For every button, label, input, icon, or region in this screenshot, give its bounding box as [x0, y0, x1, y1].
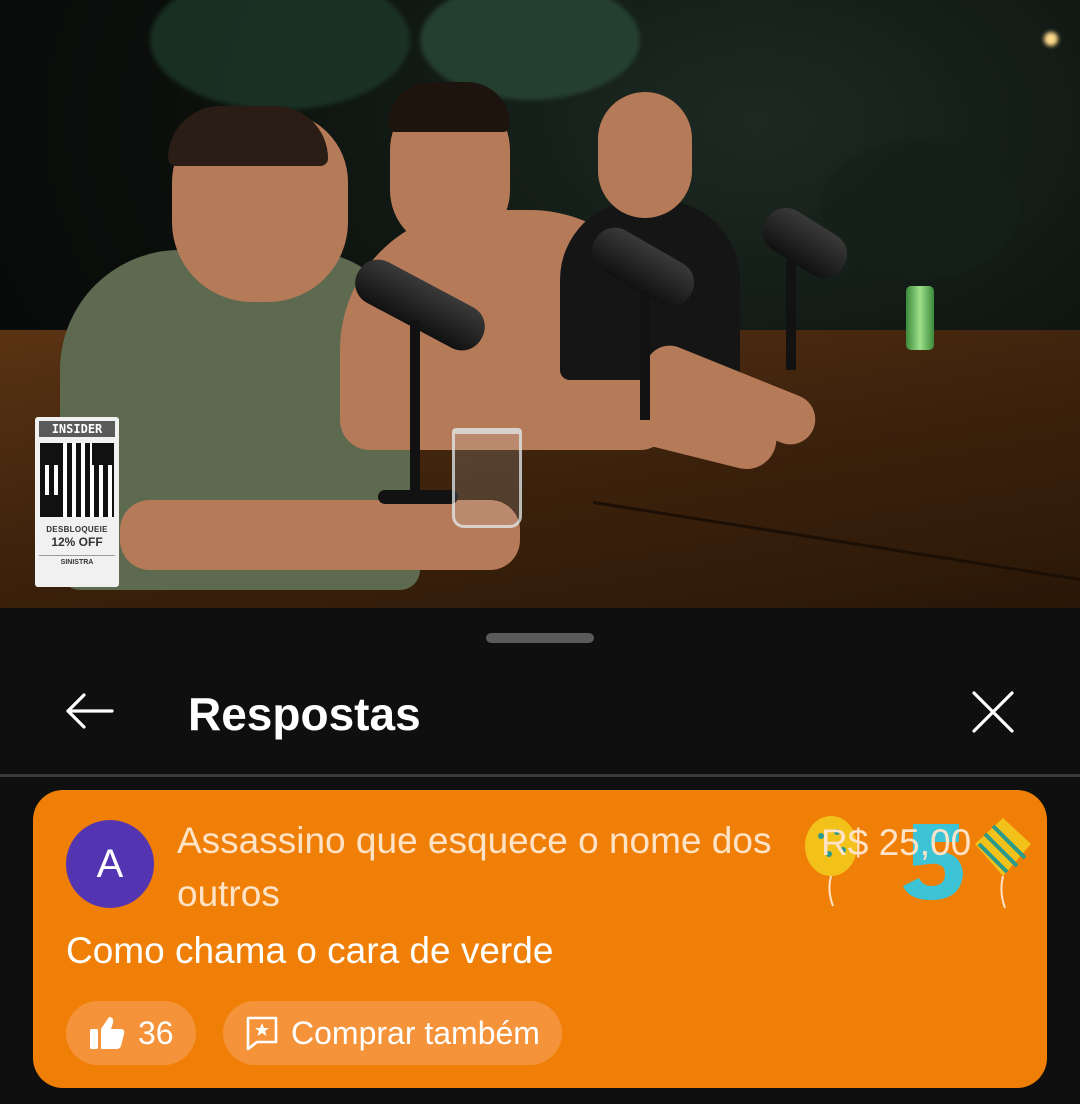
close-icon: [972, 691, 1014, 733]
super-chat-card[interactable]: A Assassino que esquece o nome dos outro…: [33, 790, 1047, 1088]
drag-handle[interactable]: [486, 633, 594, 643]
sheet-header: Respostas: [0, 663, 1080, 773]
person-middle-hair: [388, 82, 510, 132]
author-name[interactable]: Assassino que esquece o nome dos outros: [177, 814, 777, 920]
header-divider: [0, 774, 1080, 777]
microphone-stand: [786, 260, 796, 370]
sponsor-qr-overlay[interactable]: INSIDER DESBLOQUEIE 12% OFF SINISTRA: [35, 417, 119, 587]
back-button[interactable]: [50, 683, 128, 739]
like-count: 36: [138, 1014, 174, 1051]
microphone-stand: [410, 320, 420, 500]
foliage-decoration: [150, 0, 410, 110]
sponsor-discount: 12% OFF: [51, 535, 103, 549]
video-player[interactable]: INSIDER DESBLOQUEIE 12% OFF SINISTRA: [0, 0, 1080, 608]
super-chat-icon: [246, 1016, 278, 1051]
sponsor-tag: SINISTRA: [39, 555, 115, 566]
person-black-shirt-head: [598, 92, 692, 218]
super-chat-amount-sticker: R$ 25,00: [803, 814, 1031, 914]
thumbs-up-icon: [90, 1017, 125, 1049]
sponsor-unlock-text: DESBLOQUEIE: [46, 525, 108, 534]
sponsor-brand: INSIDER: [39, 421, 115, 437]
close-button[interactable]: [958, 681, 1028, 743]
back-arrow-icon: [66, 693, 114, 729]
foliage-decoration: [820, 140, 1020, 280]
microphone-stand: [640, 290, 650, 420]
super-chat-amount: R$ 25,00: [821, 822, 972, 863]
buy-too-label: Comprar também: [291, 1014, 540, 1051]
buy-too-button[interactable]: Comprar também: [223, 1001, 562, 1065]
avatar[interactable]: A: [66, 820, 154, 908]
person-green-shirt-hair: [168, 106, 328, 166]
lamp-light: [1044, 32, 1058, 46]
drink-can: [906, 286, 934, 350]
qr-code-icon: [40, 443, 114, 517]
microphone-base: [378, 490, 458, 504]
balloon-icon: [975, 818, 1031, 909]
sheet-title: Respostas: [188, 688, 421, 740]
plastic-cup: [452, 428, 522, 528]
comment-text: Como chama o cara de verde: [66, 930, 554, 971]
like-button[interactable]: 36: [66, 1001, 196, 1065]
avatar-letter: A: [96, 841, 124, 886]
replies-sheet: Respostas A Assassino que esquece o nome…: [0, 611, 1080, 1104]
